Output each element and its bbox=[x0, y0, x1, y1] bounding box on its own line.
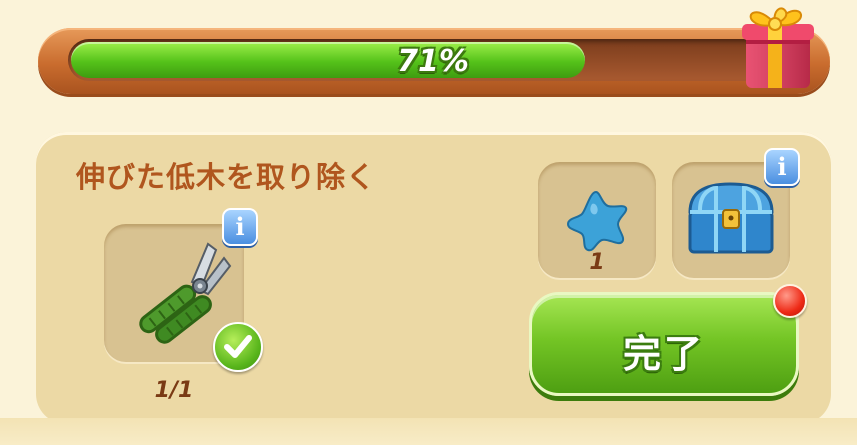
task-screen: 71% 伸びた低木を取り除く i 1/1 1 i 完了 bbox=[0, 0, 857, 445]
progress-percent-label: 71% bbox=[397, 44, 469, 79]
progress-bar: 71% bbox=[38, 28, 830, 94]
requirement-count: 1/1 bbox=[154, 378, 194, 403]
complete-button-label: 完了 bbox=[622, 332, 705, 376]
checkmark-icon bbox=[213, 322, 263, 372]
bottom-strip bbox=[0, 418, 857, 445]
info-button[interactable]: i bbox=[222, 208, 258, 246]
progress-track: 71% bbox=[68, 39, 798, 81]
complete-button[interactable]: 完了 bbox=[529, 292, 799, 396]
reward-count: 1 bbox=[589, 250, 605, 275]
task-title: 伸びた低木を取り除く bbox=[76, 160, 377, 194]
info-button[interactable]: i bbox=[764, 148, 800, 186]
gift-box-icon[interactable] bbox=[738, 0, 822, 94]
notification-dot-icon bbox=[773, 284, 807, 318]
